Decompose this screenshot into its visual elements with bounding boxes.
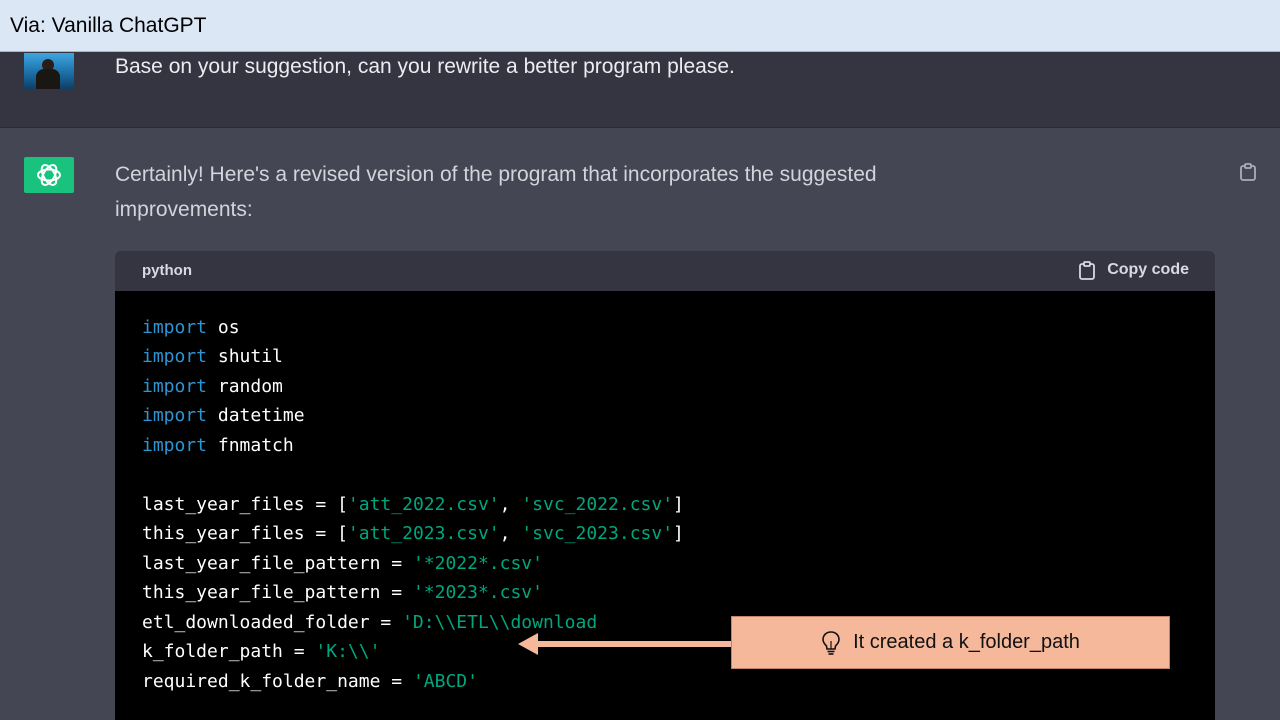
code-string: 'svc_2022.csv' [521,494,674,515]
code-variable: last_year_files [142,494,305,515]
code-string: 'att_2023.csv' [347,523,500,544]
code-module: datetime [217,405,305,426]
window-title-bar: Via: Vanilla ChatGPT [0,0,1280,52]
code-line: import random [142,376,283,397]
lightbulb-icon [822,630,840,655]
assistant-message-text: Certainly! Here's a revised version of t… [115,157,1115,227]
user-message-text: Base on your suggestion, can you rewrite… [115,55,735,78]
code-variable: required_k_folder_name [142,671,381,692]
code-string: 'svc_2023.csv' [521,523,674,544]
user-avatar [24,53,74,89]
code-module: random [217,376,283,397]
code-string: '*2022*.csv' [412,553,543,574]
code-keyword: import [142,317,208,338]
code-keyword: import [142,435,208,456]
code-line: import datetime [142,405,305,426]
code-line: import os [142,317,240,338]
code-string: 'att_2022.csv' [347,494,500,515]
chatgpt-logo-icon [24,157,74,193]
callout-text: It created a k_folder_path [853,631,1080,653]
clipboard-icon[interactable] [1238,162,1258,182]
code-language-label: python [142,262,192,279]
code-variable: this_year_files [142,523,305,544]
code-line: last_year_files = ['att_2022.csv', 'svc_… [142,494,684,515]
code-string: '*2023*.csv' [412,582,543,603]
code-bracket: ] [673,523,684,544]
code-line: last_year_file_pattern = '*2022*.csv' [142,553,543,574]
code-operator: = [380,582,413,603]
code-keyword: import [142,405,208,426]
code-separator: , [499,494,522,515]
code-module: shutil [217,346,283,367]
code-line: required_k_folder_name = 'ABCD' [142,671,478,692]
code-keyword: import [142,346,208,367]
code-separator: , [499,523,522,544]
code-line: k_folder_path = 'K:\\' [142,641,380,662]
code-operator: = [380,671,413,692]
code-block-header: python Copy code [115,251,1215,291]
code-line: import shutil [142,346,283,367]
code-line: this_year_file_pattern = '*2023*.csv' [142,582,543,603]
code-keyword: import [142,376,208,397]
code-module: fnmatch [217,435,294,456]
code-variable: k_folder_path [142,641,283,662]
code-variable: etl_downloaded_folder [142,612,370,633]
assistant-line-2: improvements: [115,198,253,221]
annotation-callout: It created a k_folder_path [731,616,1170,669]
window-title: Via: Vanilla ChatGPT [10,14,207,37]
callout-arrow [518,633,732,655]
code-line: import fnmatch [142,435,294,456]
code-operator: = [ [304,523,348,544]
code-operator: = [282,641,316,662]
code-operator: = [369,612,403,633]
copy-code-button[interactable]: Copy code [1077,260,1189,280]
assistant-line-1: Certainly! Here's a revised version of t… [115,163,877,186]
code-string: 'ABCD' [412,671,478,692]
code-variable: last_year_file_pattern [142,553,381,574]
copy-code-label: Copy code [1107,261,1189,278]
code-operator: = [380,553,413,574]
code-variable: this_year_file_pattern [142,582,381,603]
clipboard-icon [1079,261,1096,280]
code-string: 'K:\\' [315,641,381,662]
code-line: this_year_files = ['att_2023.csv', 'svc_… [142,523,684,544]
code-bracket: ] [673,494,684,515]
code-module: os [217,317,240,338]
code-operator: = [ [304,494,348,515]
